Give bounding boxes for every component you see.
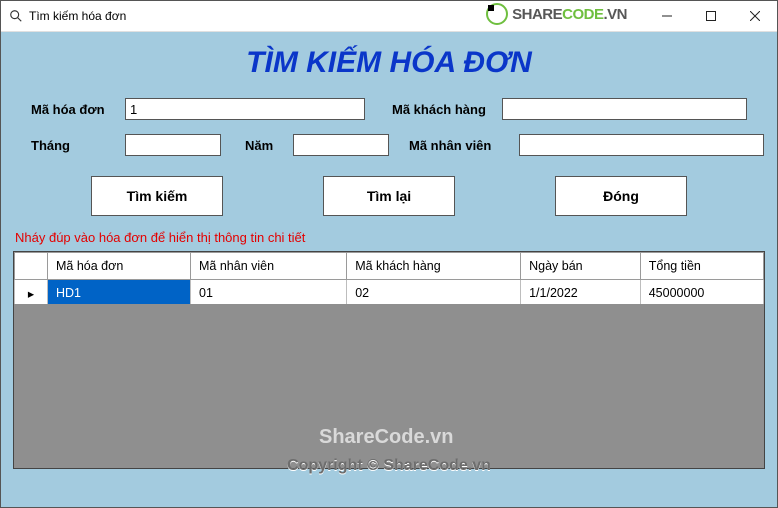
minimize-button[interactable]: [645, 1, 689, 31]
col-ngay-ban[interactable]: Ngày bán: [521, 253, 641, 280]
search-button[interactable]: Tìm kiếm: [91, 176, 223, 216]
table-row[interactable]: ▸ HD1 01 02 1/1/2022 45000000: [15, 280, 764, 307]
window-title: Tìm kiếm hóa đơn: [29, 9, 126, 23]
window-controls: [645, 1, 777, 31]
cell-ngay-ban[interactable]: 1/1/2022: [521, 280, 641, 307]
col-ma-khach-hang[interactable]: Mã khách hàng: [347, 253, 521, 280]
grid-header-row: Mã hóa đơn Mã nhân viên Mã khách hàng Ng…: [15, 253, 764, 280]
button-row: Tìm kiếm Tìm lại Đóng: [1, 170, 777, 216]
grid-corner: [15, 253, 48, 280]
maximize-button[interactable]: [689, 1, 733, 31]
input-ma-hoa-don[interactable]: [125, 98, 365, 120]
cell-ma-nhan-vien[interactable]: 01: [191, 280, 347, 307]
col-ma-nhan-vien[interactable]: Mã nhân viên: [191, 253, 347, 280]
close-button[interactable]: [733, 1, 777, 31]
cell-ma-khach-hang[interactable]: 02: [347, 280, 521, 307]
watermark-1: ShareCode.vn: [319, 426, 453, 449]
label-ma-nhan-vien: Mã nhân viên: [409, 138, 509, 153]
cell-ma-hoa-don[interactable]: HD1: [48, 280, 191, 307]
label-nam: Năm: [245, 138, 283, 153]
input-ma-khach-hang[interactable]: [502, 98, 747, 120]
col-ma-hoa-don[interactable]: Mã hóa đơn: [48, 253, 191, 280]
label-thang: Tháng: [31, 138, 115, 153]
input-thang[interactable]: [125, 134, 221, 156]
reset-button[interactable]: Tìm lại: [323, 176, 455, 216]
results-grid[interactable]: Mã hóa đơn Mã nhân viên Mã khách hàng Ng…: [13, 251, 765, 469]
app-window: Tìm kiếm hóa đơn SHARECODE.VN TÌM KIẾM H…: [0, 0, 778, 508]
search-icon: [9, 9, 23, 23]
col-tong-tien[interactable]: Tổng tiền: [640, 253, 763, 280]
page-title: TÌM KIẾM HÓA ĐƠN: [1, 32, 777, 98]
label-ma-khach-hang: Mã khách hàng: [392, 102, 492, 117]
search-form: Mã hóa đơn Mã khách hàng Tháng Năm Mã nh…: [1, 98, 777, 156]
hint-text: Nháy đúp vào hóa đơn để hiển thị thông t…: [1, 216, 777, 251]
cell-tong-tien[interactable]: 45000000: [640, 280, 763, 307]
titlebar: Tìm kiếm hóa đơn SHARECODE.VN: [1, 1, 777, 32]
input-nam[interactable]: [293, 134, 389, 156]
label-ma-hoa-don: Mã hóa đơn: [31, 102, 115, 117]
row-indicator-icon: ▸: [15, 280, 48, 307]
close-form-button[interactable]: Đóng: [555, 176, 687, 216]
grid-empty-area: ShareCode.vn ShareCode.vn: [14, 304, 764, 468]
input-ma-nhan-vien[interactable]: [519, 134, 764, 156]
